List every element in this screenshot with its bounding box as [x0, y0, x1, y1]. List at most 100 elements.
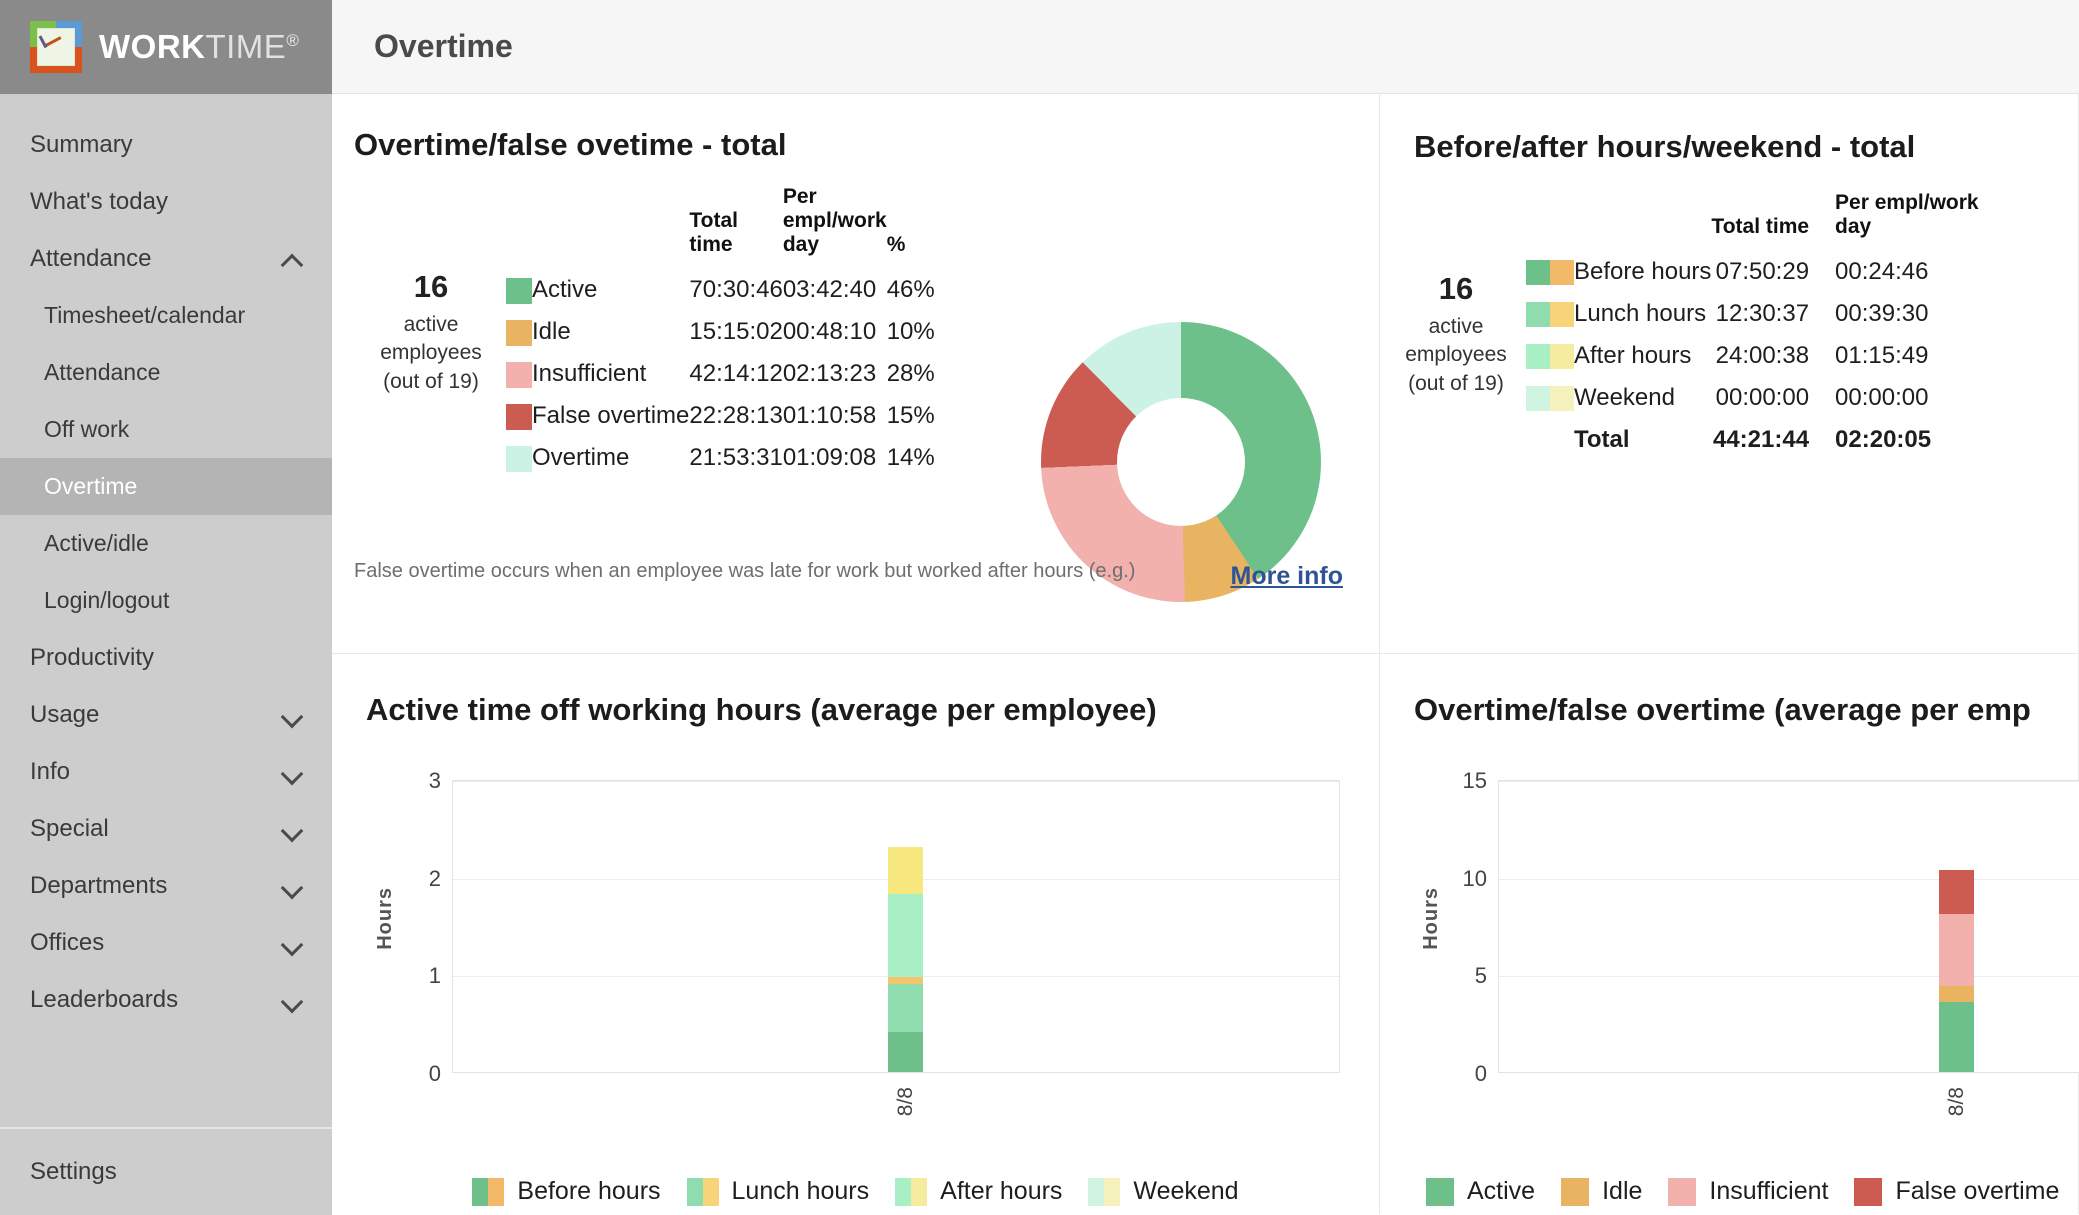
- chevron-down-icon[interactable]: [282, 989, 304, 1011]
- legend-swatch: [895, 1177, 928, 1206]
- table-row: Before hours 07:50:29 00:24:46: [1526, 251, 1979, 293]
- legend-label: Lunch hours: [1574, 300, 1707, 328]
- stacked-bar[interactable]: [1939, 779, 1974, 1072]
- legend-item[interactable]: Lunch hours: [686, 1177, 869, 1206]
- bar-segment: [888, 984, 923, 1032]
- employee-label-2: employees: [1405, 343, 1507, 367]
- more-info-link[interactable]: More info: [1231, 562, 1344, 591]
- sidebar-item-special[interactable]: Special: [0, 800, 332, 857]
- chevron-down-icon[interactable]: [282, 704, 304, 726]
- sidebar-item-label: Overtime: [44, 473, 138, 499]
- sidebar-item-active-idle[interactable]: Active/idle: [0, 515, 332, 572]
- sidebar-item-label: Leaderboards: [30, 985, 179, 1013]
- sidebar-item-label: What's today: [30, 187, 168, 215]
- bar-segment: [1939, 869, 1974, 914]
- legend-swatch: [1088, 1177, 1121, 1206]
- sidebar-item-timesheet-calendar[interactable]: Timesheet/calendar: [0, 287, 332, 344]
- cell-total-time: 15:15:02: [689, 318, 783, 346]
- plot-area: 0 1 2 3: [429, 768, 1340, 1086]
- sidebar-item-label: Productivity: [30, 643, 155, 671]
- chevron-down-icon[interactable]: [282, 932, 304, 954]
- total-per-empl-value: 02:20:05: [1835, 426, 1932, 454]
- sidebar-item-what-s-today[interactable]: What's today: [0, 173, 332, 230]
- chevron-down-icon[interactable]: [282, 761, 304, 783]
- y-axis-tick: 15: [1462, 768, 1487, 793]
- stacked-bar[interactable]: [888, 779, 923, 1072]
- cell-per-empl: 00:48:10: [782, 318, 877, 346]
- table-row: Lunch hours 12:30:37 00:39:30: [1526, 293, 1979, 335]
- sidebar-item-attendance[interactable]: Attendance: [0, 230, 332, 287]
- cell-per-empl: 01:10:58: [782, 402, 877, 430]
- legend-swatch: [1854, 1177, 1883, 1206]
- legend-swatch: [1526, 335, 1574, 377]
- sidebar-item-settings[interactable]: Settings: [0, 1127, 332, 1215]
- card-overtime-avg: Overtime/false overtime (average per emp…: [1380, 654, 2079, 1214]
- gridline: [1499, 976, 2079, 978]
- legend-swatch: [1526, 251, 1574, 293]
- sidebar-item-attendance[interactable]: Attendance: [0, 344, 332, 401]
- cell-per-empl: 01:09:08: [782, 444, 877, 472]
- legend-swatch: [506, 269, 532, 311]
- legend-item[interactable]: Active: [1426, 1177, 1535, 1206]
- brand-bold: WORK: [99, 28, 206, 65]
- y-axis-tick: 0: [1474, 1061, 1487, 1086]
- sidebar-item-summary[interactable]: Summary: [0, 116, 332, 173]
- sidebar-item-label: Active/idle: [44, 530, 149, 556]
- legend-swatch: [506, 353, 532, 395]
- legend-label: Idle: [1602, 1177, 1643, 1205]
- before-after-legend-table: Total time Per empl/work day Before hours 07…: [1526, 191, 1979, 461]
- chevron-up-icon[interactable]: [282, 248, 304, 270]
- sidebar-item-info[interactable]: Info: [0, 743, 332, 800]
- bar-segment: [1939, 913, 1974, 987]
- brand-header[interactable]: WORKTIME®: [0, 0, 332, 94]
- sidebar-item-login-logout[interactable]: Login/logout: [0, 572, 332, 629]
- legend-item[interactable]: Before hours: [472, 1177, 661, 1206]
- chevron-down-icon[interactable]: [282, 818, 304, 840]
- y-axis-label: Hours: [1420, 886, 1442, 950]
- sidebar-item-usage[interactable]: Usage: [0, 686, 332, 743]
- sidebar-item-label: Settings: [30, 1158, 117, 1185]
- sidebar-item-productivity[interactable]: Productivity: [0, 629, 332, 686]
- y-axis-tick: 5: [1474, 963, 1487, 989]
- legend-item[interactable]: Idle: [1561, 1177, 1642, 1206]
- sidebar-item-label: Special: [30, 814, 109, 842]
- x-axis-tick: 8/8: [893, 1087, 917, 1117]
- legend-swatch: [1668, 1177, 1697, 1206]
- cell-per-empl: 00:00:00: [1835, 384, 1929, 412]
- legend-swatch: [506, 395, 532, 437]
- legend-label: Insufficient: [1709, 1177, 1829, 1205]
- legend-label: Before hours: [1574, 258, 1712, 286]
- sidebar-item-label: Summary: [30, 130, 133, 158]
- y-axis-tick: 0: [428, 1061, 441, 1086]
- legend-item[interactable]: Weekend: [1088, 1177, 1239, 1206]
- sidebar: WORKTIME® Summary What's today Attendance T…: [0, 0, 332, 1215]
- sidebar-item-leaderboards[interactable]: Leaderboards: [0, 971, 332, 1028]
- sidebar-item-departments[interactable]: Departments: [0, 857, 332, 914]
- card-title: Active time off working hours (average p…: [366, 692, 1157, 727]
- legend-item[interactable]: After hours: [895, 1177, 1062, 1206]
- legend-item[interactable]: Insufficient: [1668, 1177, 1828, 1206]
- employee-label-1: active: [1428, 315, 1484, 338]
- legend-swatch: [1561, 1177, 1590, 1206]
- legend-label: Before hours: [517, 1177, 661, 1205]
- legend-label: Overtime: [532, 444, 630, 472]
- cell-total-time: 21:53:31: [689, 444, 783, 472]
- legend-swatch: [1426, 1177, 1454, 1206]
- sidebar-item-overtime[interactable]: Overtime: [0, 458, 332, 515]
- cell-pct: 46%: [886, 276, 935, 304]
- x-axis-tick: 8/8: [1944, 1087, 1968, 1117]
- total-label: Total: [1574, 426, 1630, 454]
- plot-area: 0 5 10 15: [1463, 768, 2079, 1086]
- cell-total-time: 22:28:13: [689, 402, 783, 430]
- employee-count: 16: [413, 269, 449, 304]
- legend-label: False overtime: [1895, 1177, 2060, 1205]
- sidebar-item-offices[interactable]: Offices: [0, 914, 332, 971]
- chevron-down-icon[interactable]: [282, 875, 304, 897]
- sidebar-item-label: Departments: [30, 871, 168, 899]
- legend-label: Weekend: [1133, 1177, 1239, 1205]
- clock-logo-icon: [30, 21, 82, 73]
- legend-item[interactable]: False overtime: [1854, 1177, 2059, 1206]
- employee-label-3: (out of 19): [383, 369, 479, 393]
- sidebar-item-off-work[interactable]: Off work: [0, 401, 332, 458]
- footnote: False overtime occurs when an employee w…: [354, 560, 1136, 582]
